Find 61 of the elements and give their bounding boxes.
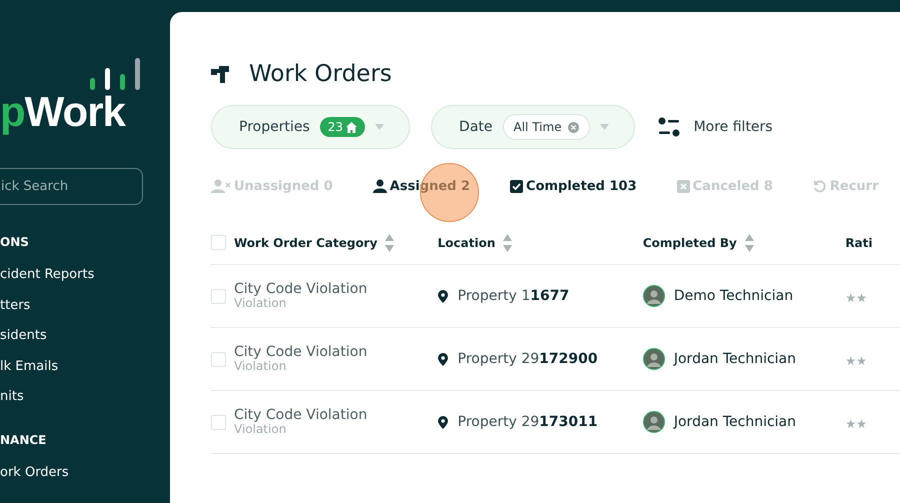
date-chip[interactable]: All Time bbox=[502, 114, 590, 140]
filter-label: Date bbox=[459, 119, 493, 135]
sort-icon[interactable] bbox=[503, 234, 512, 252]
person-x-icon bbox=[211, 179, 231, 193]
row-checkbox[interactable] bbox=[211, 352, 226, 366]
column-header[interactable]: Location bbox=[438, 236, 496, 250]
logo-text: pWork bbox=[0, 90, 125, 134]
sort-icon[interactable] bbox=[744, 234, 754, 252]
technician-name: Demo Technician bbox=[674, 288, 794, 304]
filter-dropdown[interactable]: Date All Time bbox=[431, 105, 635, 149]
category-text: City Code Violation bbox=[234, 408, 368, 423]
subcategory-text: Violation bbox=[234, 297, 288, 310]
category-text: City Code Violation bbox=[234, 345, 368, 360]
undo-arrow-icon bbox=[812, 179, 827, 193]
row-checkbox[interactable] bbox=[211, 288, 226, 304]
row-checkbox[interactable] bbox=[211, 414, 226, 430]
person-icon bbox=[372, 179, 387, 193]
category-text: City Code Violation bbox=[234, 282, 368, 297]
nav-item[interactable]: tters bbox=[0, 296, 170, 326]
section-heading: ONS bbox=[0, 235, 30, 251]
caret-icon bbox=[375, 124, 384, 130]
subcategory-text: Violation bbox=[234, 360, 288, 373]
filter-label: Properties bbox=[239, 119, 310, 135]
technician-name: Jordan Technician bbox=[674, 351, 796, 367]
rating-stars: ★★ bbox=[845, 290, 867, 304]
page-title: Work Orders bbox=[249, 61, 392, 87]
caret-icon bbox=[600, 124, 609, 130]
nav-item[interactable]: lk Emails bbox=[0, 356, 170, 387]
rating-stars: ★★ bbox=[845, 354, 867, 368]
checkbox-icon bbox=[510, 180, 524, 192]
technician-name: Jordan Technician bbox=[674, 414, 796, 430]
avatar-icon bbox=[642, 348, 665, 370]
clear-icon[interactable] bbox=[568, 122, 579, 132]
column-header[interactable]: Rati bbox=[845, 236, 872, 250]
house-icon bbox=[346, 122, 358, 132]
select-all-checkbox[interactable] bbox=[211, 235, 226, 250]
nav-item[interactable]: cident Reports bbox=[0, 265, 170, 296]
map-pin-icon bbox=[438, 290, 448, 302]
status-tab[interactable]: Completed 103 bbox=[510, 178, 637, 194]
avatar-icon bbox=[642, 285, 665, 307]
map-pin-icon bbox=[438, 352, 448, 366]
avatar-icon bbox=[642, 411, 665, 433]
nav-item[interactable]: ork Orders bbox=[0, 462, 170, 493]
more-filters-button[interactable]: More filters bbox=[656, 117, 773, 137]
count-badge: 23 bbox=[320, 117, 366, 137]
column-header[interactable]: Work Order Category bbox=[234, 236, 378, 250]
location-text: Property 29172900 bbox=[458, 351, 598, 367]
x-box-icon bbox=[676, 180, 690, 192]
nav-item[interactable]: nits bbox=[0, 387, 170, 418]
sliders-icon bbox=[658, 117, 680, 137]
nav-item[interactable]: sidents bbox=[0, 326, 170, 356]
section-heading: NANCE bbox=[0, 432, 48, 448]
location-text: Property 29173011 bbox=[458, 414, 598, 430]
location-text: Property 11677 bbox=[458, 288, 570, 304]
rating-stars: ★★ bbox=[845, 416, 867, 430]
filter-dropdown[interactable]: Properties 23 bbox=[211, 105, 410, 149]
sort-icon[interactable] bbox=[385, 234, 394, 252]
column-header[interactable]: Completed By bbox=[642, 236, 737, 250]
subcategory-text: Violation bbox=[234, 423, 288, 436]
map-pin-icon bbox=[438, 416, 448, 428]
search-field[interactable]: ick Search bbox=[0, 168, 143, 205]
